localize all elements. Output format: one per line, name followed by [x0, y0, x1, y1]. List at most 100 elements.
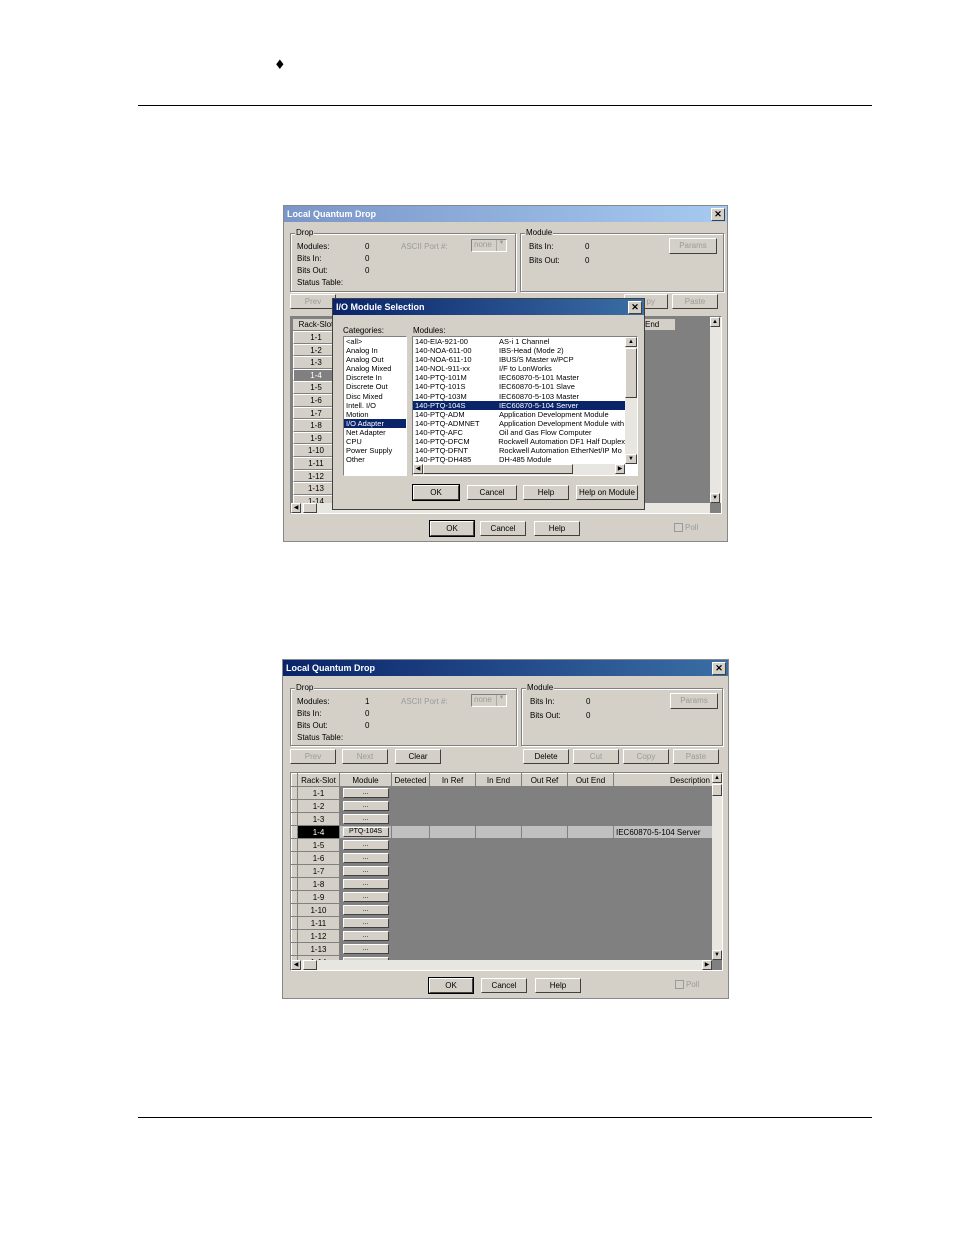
in-end-cell[interactable] — [475, 799, 522, 813]
out-ref-cell[interactable] — [521, 864, 568, 878]
module-select-button[interactable]: ... — [342, 788, 389, 798]
out-ref-cell[interactable] — [521, 942, 568, 956]
category-item[interactable]: Analog Mixed — [344, 364, 406, 373]
module-cell[interactable]: PTQ-104S — [339, 825, 392, 839]
dialog2-help-button[interactable]: Help — [535, 978, 581, 993]
detected-cell[interactable] — [391, 929, 430, 943]
rack-slot-cell[interactable]: 1-3 — [297, 812, 340, 826]
table-row[interactable]: 1-1... — [291, 786, 713, 800]
dialog1-ok-button[interactable]: OK — [429, 520, 475, 537]
module-list-item[interactable]: 140-PTQ-DFCM Rockwell Automation DF1 Half… — [413, 437, 625, 446]
dialog1-close-icon[interactable]: ✕ — [711, 208, 725, 221]
next-button[interactable]: Next — [342, 749, 388, 764]
scroll-thumb[interactable] — [625, 348, 637, 398]
module-cell[interactable]: ... — [339, 786, 392, 800]
table-row[interactable]: 1-4 PTQ-104S IEC60870-5-104 Server — [291, 825, 713, 839]
module-cell[interactable]: ... — [339, 903, 392, 917]
out-end-cell[interactable] — [567, 799, 614, 813]
in-ref-cell[interactable] — [429, 890, 476, 904]
dialog1-cancel-button[interactable]: Cancel — [480, 521, 526, 536]
scroll-thumb[interactable] — [712, 784, 722, 796]
rack-slot-cell[interactable]: 1-9 — [297, 890, 340, 904]
scroll-up-icon[interactable]: ▲ — [625, 337, 637, 347]
description-cell[interactable] — [613, 851, 713, 865]
description-cell[interactable] — [613, 916, 713, 930]
out-ref-cell[interactable] — [521, 812, 568, 826]
detected-cell[interactable] — [391, 864, 430, 878]
in-end-cell[interactable] — [475, 877, 522, 891]
rack-slot-cell[interactable]: 1-1 — [297, 786, 340, 800]
detected-cell[interactable] — [391, 851, 430, 865]
rack-slot-cell[interactable]: 1-13 — [297, 942, 340, 956]
rack-slot-cell[interactable]: 1-12 — [297, 929, 340, 943]
category-item[interactable]: I/O Adapter — [344, 418, 406, 428]
out-end-cell[interactable] — [567, 929, 614, 943]
rack-slot-cell[interactable]: 1-8 — [297, 877, 340, 891]
out-end-cell[interactable] — [567, 916, 614, 930]
rack-slot-cell[interactable]: 1-5 — [297, 838, 340, 852]
module-select-button[interactable]: ... — [342, 879, 389, 889]
description-cell[interactable] — [613, 929, 713, 943]
module-list-item[interactable]: 140-NOA-611-10 IBUS/S Master w/PCP — [413, 355, 625, 364]
module-cell[interactable]: ... — [339, 864, 392, 878]
module-list-item[interactable]: 140-EIA-921-00 AS-i 1 Channel — [413, 337, 625, 346]
out-end-cell[interactable] — [567, 786, 614, 800]
out-ref-cell[interactable] — [521, 799, 568, 813]
out-end-cell[interactable] — [567, 851, 614, 865]
in-end-cell[interactable] — [475, 890, 522, 904]
io-cancel-button[interactable]: Cancel — [467, 485, 517, 500]
modules-vertical-scrollbar[interactable]: ▲ ▼ — [625, 337, 637, 464]
in-end-cell[interactable] — [475, 864, 522, 878]
module-list-item[interactable]: 140-PTQ-101M IEC60870-5-101 Master — [413, 373, 625, 382]
in-ref-cell[interactable] — [429, 929, 476, 943]
module-list-item[interactable]: 140-NOA-611-00 IBS-Head (Mode 2) — [413, 346, 625, 355]
in-ref-cell[interactable] — [429, 864, 476, 878]
module-list-item[interactable]: 140-PTQ-101S IEC60870-5-101 Slave — [413, 382, 625, 391]
module-cell[interactable]: ... — [339, 929, 392, 943]
module-list-item[interactable]: 140-PTQ-DFNT Rockwell Automation EtherNet… — [413, 446, 625, 455]
table-row[interactable]: 1-8... — [291, 877, 713, 891]
scroll-thumb[interactable] — [303, 960, 317, 970]
scroll-left-icon[interactable]: ◀ — [291, 960, 301, 970]
rack-slot-cell[interactable]: 1-4 — [297, 825, 340, 839]
table-row[interactable]: 1-6... — [291, 851, 713, 865]
out-ref-cell[interactable] — [521, 916, 568, 930]
category-item[interactable]: Motion — [344, 410, 406, 419]
cut-button[interactable]: Cut — [573, 749, 619, 764]
prev-button[interactable]: Prev — [290, 749, 336, 764]
dialog2-cancel-button[interactable]: Cancel — [481, 978, 527, 993]
in-end-cell[interactable] — [475, 838, 522, 852]
module-cell[interactable]: ... — [339, 812, 392, 826]
description-cell[interactable] — [613, 864, 713, 878]
rack-slot-cell[interactable]: 1-7 — [297, 864, 340, 878]
scroll-down-icon[interactable]: ▼ — [712, 950, 722, 960]
detected-cell[interactable] — [391, 903, 430, 917]
col-header-in-ref[interactable]: In Ref — [429, 773, 476, 787]
params-button[interactable]: Params — [670, 693, 718, 709]
in-ref-cell[interactable] — [429, 786, 476, 800]
detected-cell[interactable] — [391, 942, 430, 956]
out-ref-cell[interactable] — [521, 851, 568, 865]
paste-button[interactable]: Paste — [673, 749, 719, 764]
detected-cell[interactable] — [391, 877, 430, 891]
clear-button[interactable]: Clear — [395, 749, 441, 764]
in-end-cell[interactable] — [475, 786, 522, 800]
out-ref-cell[interactable] — [521, 786, 568, 800]
in-ref-cell[interactable] — [429, 799, 476, 813]
col-header-out-ref[interactable]: Out Ref — [521, 773, 568, 787]
rack-slot-cell[interactable]: 1-10 — [297, 903, 340, 917]
io-help-button[interactable]: Help — [523, 485, 569, 500]
module-select-button[interactable]: ... — [342, 853, 389, 863]
out-ref-cell[interactable] — [521, 890, 568, 904]
module-cell[interactable]: ... — [339, 916, 392, 930]
out-end-cell[interactable] — [567, 877, 614, 891]
col-header-description[interactable]: Description — [613, 773, 713, 787]
category-item[interactable]: Discrete Out — [344, 382, 406, 391]
out-end-cell[interactable] — [567, 838, 614, 852]
ascii-port-select[interactable]: none ▼ — [471, 694, 507, 707]
in-end-cell[interactable] — [475, 929, 522, 943]
prev-button[interactable]: Prev — [290, 294, 336, 309]
col-header-rack-slot[interactable]: Rack-Slot — [297, 773, 340, 787]
col-header-detected[interactable]: Detected — [391, 773, 430, 787]
scroll-up-icon[interactable]: ▲ — [710, 317, 720, 327]
